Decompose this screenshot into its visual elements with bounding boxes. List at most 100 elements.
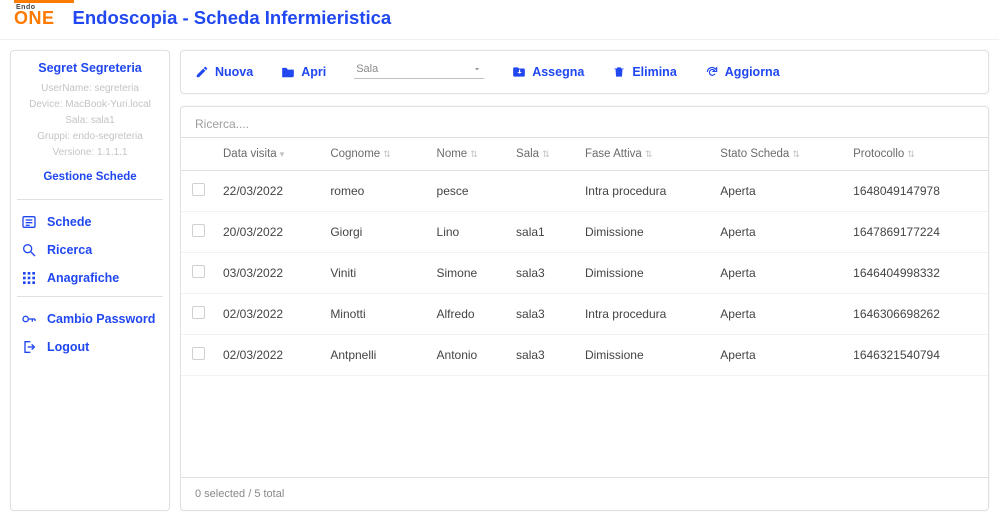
sidebar-item-anagrafiche[interactable]: Anagrafiche [17, 264, 163, 292]
col-protocollo[interactable]: Protocollo⇅ [845, 138, 988, 171]
table-row[interactable]: 22/03/2022romeopesceIntra proceduraApert… [181, 171, 988, 212]
user-block: Segret Segreteria UserName: segreteria D… [17, 61, 163, 195]
trash-icon [612, 65, 626, 79]
sort-icon: ⇅ [792, 149, 800, 159]
col-nome[interactable]: Nome⇅ [429, 138, 509, 171]
table-card: Ricerca.... Data visita▾ Cognome⇅ Nome⇅ … [180, 106, 989, 511]
cell-fase: Dimissione [577, 335, 712, 376]
table-row[interactable]: 02/03/2022MinottiAlfredosala3Intra proce… [181, 294, 988, 335]
cell-data: 22/03/2022 [215, 171, 322, 212]
cell-sala: sala3 [508, 253, 577, 294]
col-fase[interactable]: Fase Attiva⇅ [577, 138, 712, 171]
user-name: Segret Segreteria [17, 61, 163, 75]
cell-stato: Aperta [712, 171, 845, 212]
chevron-down-icon [472, 64, 482, 74]
cell-data: 02/03/2022 [215, 294, 322, 335]
table-scroll[interactable]: Data visita▾ Cognome⇅ Nome⇅ Sala⇅ Fase A… [181, 137, 988, 477]
search-icon [21, 242, 37, 258]
sidebar-item-schede[interactable]: Schede [17, 208, 163, 236]
elimina-button[interactable]: Elimina [612, 61, 676, 79]
pencil-icon [195, 65, 209, 79]
cell-sala: sala3 [508, 335, 577, 376]
sort-icon: ⇅ [907, 149, 915, 159]
col-stato[interactable]: Stato Scheda⇅ [712, 138, 845, 171]
meta-gruppi: Gruppi: endo-segreteria [17, 129, 163, 145]
cell-cognome: Minotti [322, 294, 428, 335]
table-row[interactable]: 02/03/2022AntpnelliAntoniosala3Dimission… [181, 335, 988, 376]
sort-desc-icon: ▾ [280, 149, 285, 159]
sidebar: Segret Segreteria UserName: segreteria D… [10, 50, 170, 511]
button-label: Elimina [632, 65, 676, 79]
page-title: Endoscopia - Scheda Infermieristica [73, 7, 392, 29]
col-sala[interactable]: Sala⇅ [508, 138, 577, 171]
col-data[interactable]: Data visita▾ [215, 138, 322, 171]
sort-icon: ⇅ [470, 149, 478, 159]
assegna-button[interactable]: Assegna [512, 61, 584, 79]
sidebar-item-ricerca[interactable]: Ricerca [17, 236, 163, 264]
table-row[interactable]: 20/03/2022GiorgiLinosala1DimissioneApert… [181, 212, 988, 253]
cell-protocollo: 1646404998332 [845, 253, 988, 294]
cell-nome: Alfredo [429, 294, 509, 335]
cell-cognome: Giorgi [322, 212, 428, 253]
cell-data: 03/03/2022 [215, 253, 322, 294]
sidebar-item-label: Logout [47, 340, 89, 354]
sidebar-item-logout[interactable]: Logout [17, 333, 163, 361]
button-label: Assegna [532, 65, 584, 79]
cell-nome: Lino [429, 212, 509, 253]
assign-icon [512, 65, 526, 79]
logo: Endo ONE [14, 9, 55, 27]
header: Endo ONE Endoscopia - Scheda Infermieris… [0, 3, 999, 40]
cell-fase: Intra procedura [577, 171, 712, 212]
cell-data: 20/03/2022 [215, 212, 322, 253]
grid-icon [21, 270, 37, 286]
table-body: 22/03/2022romeopesceIntra proceduraApert… [181, 171, 988, 376]
sidebar-item-cambio-password[interactable]: Cambio Password [17, 305, 163, 333]
meta-sala: Sala: sala1 [17, 113, 163, 129]
cell-stato: Aperta [712, 335, 845, 376]
cell-stato: Aperta [712, 253, 845, 294]
search-placeholder: Ricerca.... [195, 117, 249, 131]
sidebar-item-label: Schede [47, 215, 91, 229]
cell-nome: Antonio [429, 335, 509, 376]
cell-fase: Dimissione [577, 212, 712, 253]
cell-sala: sala3 [508, 294, 577, 335]
sort-icon: ⇅ [383, 149, 391, 159]
cell-sala [508, 171, 577, 212]
col-cognome[interactable]: Cognome⇅ [322, 138, 428, 171]
sidebar-item-label: Anagrafiche [47, 271, 119, 285]
sala-select[interactable]: Sala [354, 61, 484, 79]
nuova-button[interactable]: Nuova [195, 61, 253, 79]
row-checkbox[interactable] [192, 265, 205, 278]
cell-nome: pesce [429, 171, 509, 212]
meta-versione: Versione: 1.1.1.1 [17, 145, 163, 161]
cell-nome: Simone [429, 253, 509, 294]
sort-icon: ⇅ [645, 149, 653, 159]
cell-protocollo: 1646321540794 [845, 335, 988, 376]
sidebar-item-label: Ricerca [47, 243, 92, 257]
app-root: Endo ONE Endoscopia - Scheda Infermieris… [0, 0, 999, 521]
gestione-schede-link[interactable]: Gestione Schede [17, 171, 163, 183]
divider [17, 199, 163, 200]
meta-device: Device: MacBook-Yuri.local [17, 97, 163, 113]
cell-data: 02/03/2022 [215, 335, 322, 376]
row-checkbox[interactable] [192, 306, 205, 319]
row-checkbox[interactable] [192, 183, 205, 196]
aggiorna-button[interactable]: Aggiorna [705, 61, 780, 79]
table-row[interactable]: 03/03/2022VinitiSimonesala3DimissioneApe… [181, 253, 988, 294]
apri-button[interactable]: Apri [281, 61, 326, 79]
button-label: Apri [301, 65, 326, 79]
sidebar-item-label: Cambio Password [47, 312, 155, 326]
cell-stato: Aperta [712, 294, 845, 335]
folder-icon [281, 65, 295, 79]
logo-main: ONE [14, 8, 55, 28]
row-checkbox[interactable] [192, 347, 205, 360]
header-row: Data visita▾ Cognome⇅ Nome⇅ Sala⇅ Fase A… [181, 138, 988, 171]
search-input[interactable]: Ricerca.... [181, 107, 988, 137]
sort-icon: ⇅ [542, 149, 550, 159]
table-footer: 0 selected / 5 total [181, 477, 988, 510]
cell-fase: Dimissione [577, 253, 712, 294]
cell-cognome: Viniti [322, 253, 428, 294]
cell-protocollo: 1647869177224 [845, 212, 988, 253]
refresh-icon [705, 65, 719, 79]
row-checkbox[interactable] [192, 224, 205, 237]
